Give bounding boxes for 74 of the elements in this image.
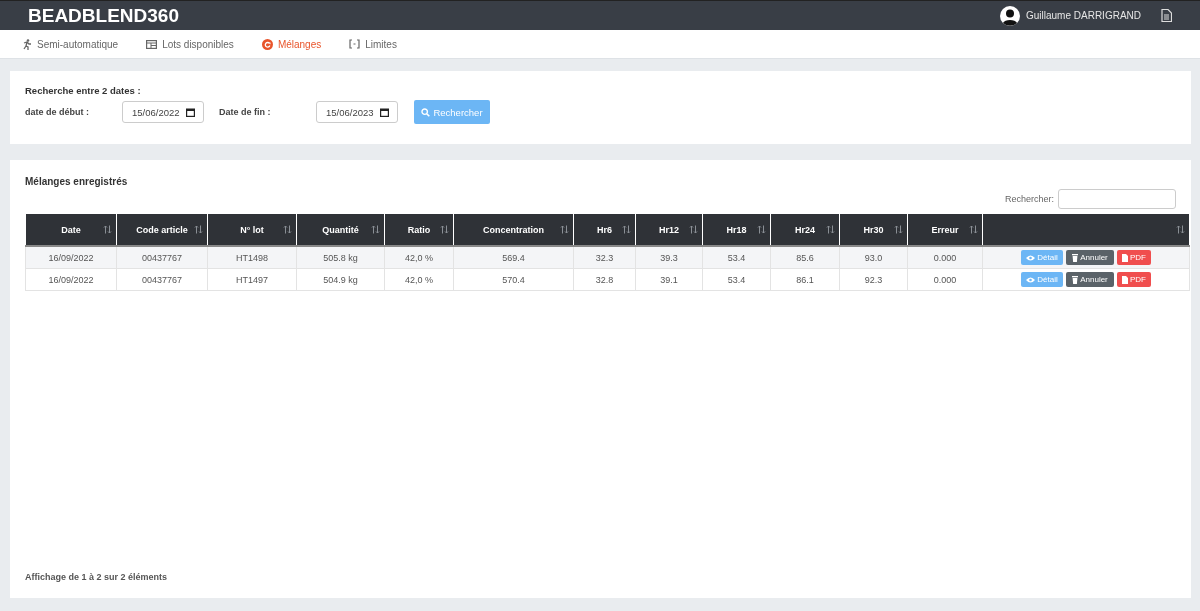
sort-icon[interactable] bbox=[757, 225, 766, 234]
sort-icon[interactable] bbox=[103, 225, 112, 234]
sort-icon[interactable] bbox=[194, 225, 203, 234]
nav-tab[interactable]: Limites bbox=[349, 38, 397, 50]
field-label: Date de fin : bbox=[219, 107, 272, 117]
column-header[interactable] bbox=[982, 213, 1190, 246]
nav-tab[interactable]: Semi-automatique bbox=[22, 38, 119, 50]
avatar-icon bbox=[999, 5, 1020, 26]
column-header[interactable]: Erreur bbox=[907, 213, 983, 246]
column-header[interactable]: Hr18 bbox=[702, 213, 771, 246]
table-cell: 42,0 % bbox=[384, 268, 454, 291]
running-person-icon bbox=[22, 38, 32, 50]
table-info: Affichage de 1 à 2 sur 2 éléments bbox=[25, 572, 169, 582]
trash-icon bbox=[1072, 275, 1079, 284]
eye-icon bbox=[1026, 254, 1036, 261]
sort-icon[interactable] bbox=[1176, 225, 1185, 234]
column-header[interactable]: Hr12 bbox=[635, 213, 703, 246]
date-field[interactable]: 15/06/2023 bbox=[316, 101, 398, 123]
table-cell: 32.8 bbox=[573, 268, 636, 291]
table-cell: 0.000 bbox=[907, 268, 983, 291]
sort-icon[interactable] bbox=[894, 225, 903, 234]
table-cell: 504.9 kg bbox=[296, 268, 385, 291]
refresh-circle-icon bbox=[261, 38, 273, 50]
column-header[interactable]: Code article bbox=[116, 213, 208, 246]
column-header[interactable]: N° lot bbox=[207, 213, 297, 246]
table-cell: 86.1 bbox=[770, 268, 840, 291]
cancel-button[interactable]: Annuler bbox=[1066, 250, 1114, 265]
trash-icon bbox=[1072, 253, 1079, 262]
panel-title: Mélanges enregistrés bbox=[25, 176, 129, 187]
column-header[interactable]: Quantité bbox=[296, 213, 385, 246]
sort-icon[interactable] bbox=[371, 225, 380, 234]
nav-tab[interactable]: Mélanges bbox=[261, 38, 322, 50]
user-name[interactable]: Guillaume DARRIGRAND bbox=[1025, 10, 1141, 21]
table-cell: 16/09/2022 bbox=[25, 246, 117, 269]
column-header[interactable]: Hr6 bbox=[573, 213, 636, 246]
sort-icon[interactable] bbox=[283, 225, 292, 234]
file-icon bbox=[1122, 253, 1128, 262]
table-cell: 569.4 bbox=[453, 246, 574, 269]
search-field[interactable] bbox=[1058, 189, 1176, 209]
search-label: Rechercher: bbox=[1004, 194, 1054, 204]
sort-icon[interactable] bbox=[689, 225, 698, 234]
field-label: date de début : bbox=[25, 107, 90, 117]
table-cell: 92.3 bbox=[839, 268, 908, 291]
sort-icon[interactable] bbox=[560, 225, 569, 234]
nav-tab[interactable]: Lots disponibles bbox=[146, 38, 234, 50]
table-cell: 570.4 bbox=[453, 268, 574, 291]
calendar-icon[interactable] bbox=[379, 107, 389, 117]
cancel-button[interactable]: Annuler bbox=[1066, 272, 1114, 287]
eye-icon bbox=[1026, 276, 1036, 283]
table-cell: 53.4 bbox=[702, 268, 771, 291]
column-header[interactable]: Hr30 bbox=[839, 213, 908, 246]
pdf-button[interactable]: PDF bbox=[1117, 250, 1151, 265]
column-header[interactable]: Ratio bbox=[384, 213, 454, 246]
panel-title: Recherche entre 2 dates : bbox=[25, 85, 142, 96]
table-cell: 16/09/2022 bbox=[25, 268, 117, 291]
table-cell: 39.1 bbox=[635, 268, 703, 291]
search-icon bbox=[421, 107, 431, 117]
calendar-icon[interactable] bbox=[185, 107, 195, 117]
file-icon bbox=[1122, 275, 1128, 284]
pdf-button[interactable]: PDF bbox=[1117, 272, 1151, 287]
document-icon[interactable] bbox=[1161, 9, 1172, 22]
column-header[interactable]: Concentration bbox=[453, 213, 574, 246]
column-header[interactable]: Hr24 bbox=[770, 213, 840, 246]
table-cell: 00437767 bbox=[116, 268, 208, 291]
brackets-icon bbox=[349, 39, 361, 49]
sort-icon[interactable] bbox=[969, 225, 978, 234]
app-title: BEADBLEND360 bbox=[28, 4, 180, 27]
table-cell: HT1497 bbox=[207, 268, 297, 291]
sort-icon[interactable] bbox=[622, 225, 631, 234]
column-header[interactable]: Date bbox=[25, 213, 117, 246]
table-icon bbox=[146, 39, 158, 49]
sort-icon[interactable] bbox=[440, 225, 449, 234]
date-field[interactable]: 15/06/2022 bbox=[122, 101, 204, 123]
sort-icon[interactable] bbox=[826, 225, 835, 234]
